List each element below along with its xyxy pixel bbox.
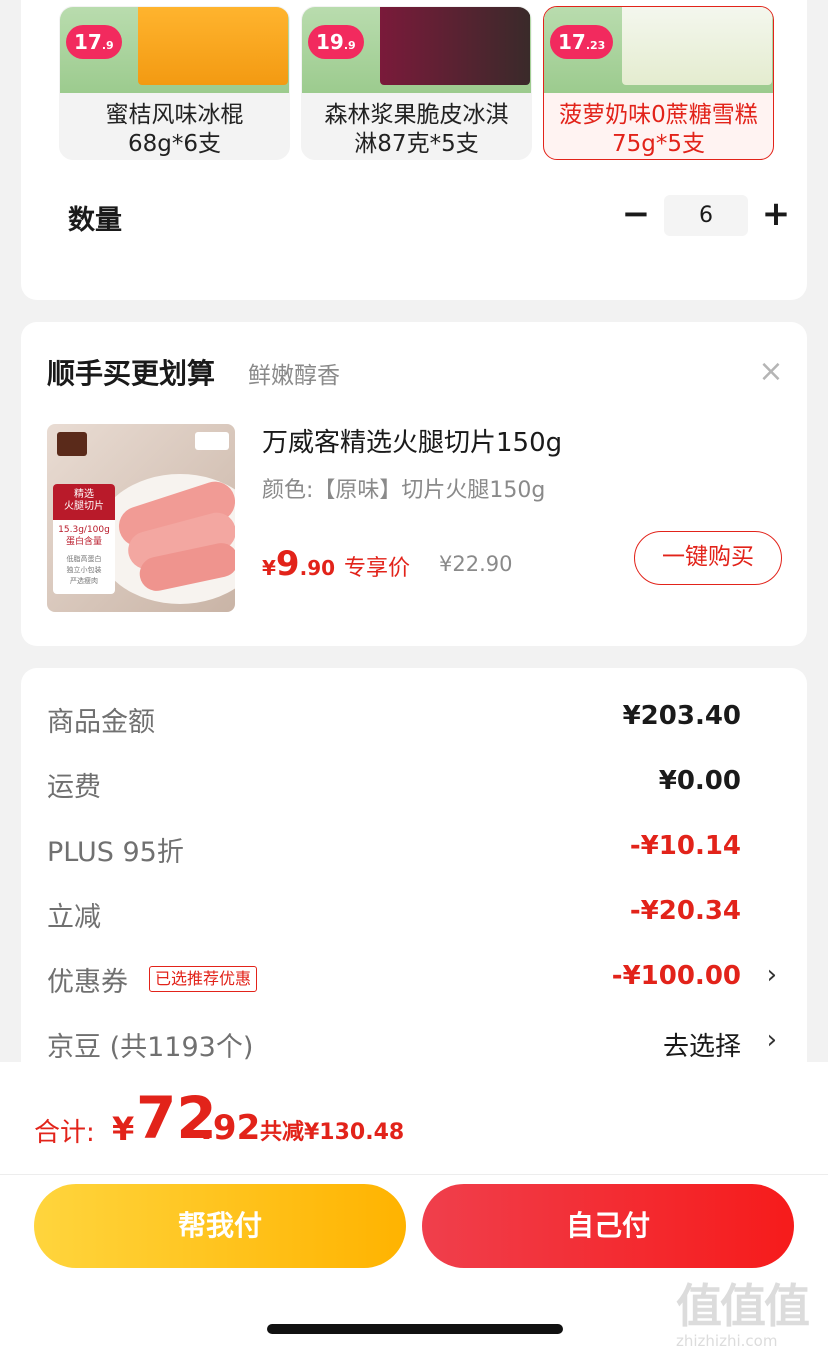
brand-logo bbox=[57, 432, 87, 456]
variant-price-badge: 17.23 bbox=[550, 25, 614, 59]
checkout-bar: 合计: ¥ 72 .92 共减¥130.48 帮我付 自己付 值值值 zhizh… bbox=[0, 1062, 828, 1352]
summary-label: 立减 bbox=[47, 902, 101, 933]
image-tag-features: 低脂高蛋白 独立小包装 严选瘦肉 bbox=[66, 555, 102, 585]
addon-title: 顺手买更划算 bbox=[47, 357, 216, 390]
image-tag-title: 精选 火腿切片 bbox=[53, 484, 115, 520]
summary-value: -¥100.00 bbox=[611, 961, 741, 991]
brand-logo bbox=[195, 432, 229, 450]
summary-value: -¥10.14 bbox=[629, 831, 741, 861]
addon-price-label: 专享价 bbox=[344, 556, 411, 581]
quantity-input[interactable]: 6 bbox=[664, 195, 748, 236]
close-icon[interactable]: × bbox=[757, 357, 785, 387]
variant-price-badge: 19.9 bbox=[308, 25, 364, 59]
total-amount-decimal: .92 bbox=[200, 1108, 261, 1148]
home-indicator[interactable] bbox=[267, 1324, 563, 1334]
summary-label: 优惠券 bbox=[47, 967, 128, 998]
image-tag-protein: 15.3g/100g 蛋白含量 bbox=[58, 525, 110, 547]
variant-card: 17.9 蜜桔风味冰棍 68g*6支 19.9 森林浆果脆皮冰淇 淋87克*5支… bbox=[21, 0, 807, 300]
summary-value: ¥0.00 bbox=[658, 766, 741, 796]
pay-myself-button[interactable]: 自己付 bbox=[422, 1184, 794, 1268]
chevron-right-icon: › bbox=[766, 960, 777, 990]
order-summary-card: 商品金额 ¥203.40 运费 ¥0.00 PLUS 95折 -¥10.14 立… bbox=[21, 668, 807, 1088]
addon-original-price: ¥22.90 bbox=[439, 552, 513, 576]
summary-value: 去选择 bbox=[662, 1032, 741, 1062]
addon-card: 顺手买更划算 鲜嫩醇香 × 精选 火腿切片 15.3g/100g 蛋白含量 低脂… bbox=[21, 322, 807, 646]
quantity-minus-button[interactable]: − bbox=[621, 194, 651, 234]
addon-price: ¥9.90 bbox=[262, 544, 336, 584]
image-tag: 精选 火腿切片 15.3g/100g 蛋白含量 低脂高蛋白 独立小包装 严选瘦肉 bbox=[53, 484, 115, 594]
variant-name: 森林浆果脆皮冰淇 淋87克*5支 bbox=[324, 102, 509, 157]
summary-row-instant-discount: 立减 -¥20.34 bbox=[21, 887, 807, 937]
summary-row-jingdou[interactable]: 京豆 (共1193个) 去选择 › bbox=[21, 1017, 807, 1067]
chevron-right-icon: › bbox=[766, 1025, 777, 1055]
summary-row-plus-discount: PLUS 95折 -¥10.14 bbox=[21, 822, 807, 872]
help-me-pay-button[interactable]: 帮我付 bbox=[34, 1184, 406, 1268]
summary-row-shipping: 运费 ¥0.00 bbox=[21, 757, 807, 807]
addon-product-image[interactable]: 精选 火腿切片 15.3g/100g 蛋白含量 低脂高蛋白 独立小包装 严选瘦肉 bbox=[47, 424, 235, 612]
variant-option-1[interactable]: 17.9 蜜桔风味冰棍 68g*6支 bbox=[59, 6, 290, 160]
summary-value: ¥203.40 bbox=[622, 701, 741, 731]
summary-label: 京豆 (共1193个) bbox=[47, 1032, 254, 1063]
variant-name: 菠萝奶味0蔗糖雪糕 75g*5支 bbox=[559, 102, 758, 157]
addon-subtitle: 鲜嫩醇香 bbox=[248, 363, 340, 389]
summary-label: 商品金额 bbox=[47, 707, 155, 738]
quantity-label: 数量 bbox=[68, 205, 122, 236]
summary-row-subtotal: 商品金额 ¥203.40 bbox=[21, 692, 807, 742]
quantity-plus-button[interactable]: + bbox=[759, 194, 793, 234]
summary-value: -¥20.34 bbox=[629, 896, 741, 926]
summary-label: PLUS 95折 bbox=[47, 837, 184, 868]
addon-product-spec: 颜色:【原味】切片火腿150g bbox=[262, 478, 546, 503]
watermark: 值值值 zhizhizhi.com bbox=[676, 1279, 810, 1350]
addon-product-name[interactable]: 万威客精选火腿切片150g bbox=[262, 422, 562, 459]
one-click-buy-button[interactable]: 一键购买 bbox=[634, 531, 782, 585]
summary-label: 运费 bbox=[47, 772, 101, 803]
variant-price-badge: 17.9 bbox=[66, 25, 122, 59]
variant-name: 蜜桔风味冰棍 68g*6支 bbox=[105, 102, 244, 157]
total-label: 合计: bbox=[34, 1118, 95, 1148]
variant-option-3-selected[interactable]: 17.23 菠萝奶味0蔗糖雪糕 75g*5支 bbox=[543, 6, 774, 160]
variant-option-2[interactable]: 19.9 森林浆果脆皮冰淇 淋87克*5支 bbox=[301, 6, 532, 160]
coupon-recommended-tag: 已选推荐优惠 bbox=[149, 966, 258, 992]
summary-row-coupon[interactable]: 优惠券 已选推荐优惠 -¥100.00 › bbox=[21, 952, 807, 1002]
total-currency: ¥ bbox=[112, 1110, 135, 1148]
divider bbox=[0, 1174, 828, 1175]
total-savings: 共减¥130.48 bbox=[260, 1120, 405, 1145]
